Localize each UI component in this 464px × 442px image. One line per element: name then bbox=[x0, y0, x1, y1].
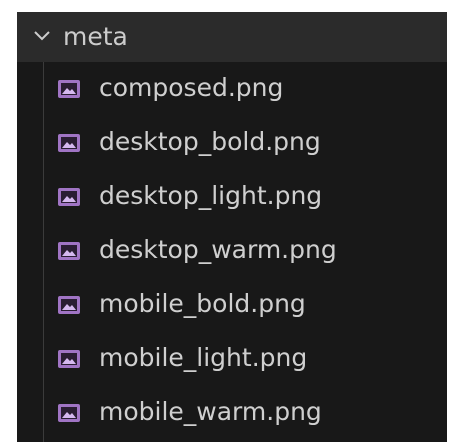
folder-meta[interactable]: meta bbox=[17, 12, 447, 62]
file-item-mobile-warm[interactable]: mobile_warm.png bbox=[17, 386, 447, 440]
image-file-icon bbox=[58, 350, 80, 368]
file-item-mobile-bold[interactable]: mobile_bold.png bbox=[17, 278, 447, 332]
file-item-mobile-light[interactable]: mobile_light.png bbox=[17, 332, 447, 386]
image-file-icon bbox=[58, 296, 80, 314]
file-label: mobile_light.png bbox=[99, 343, 308, 372]
file-label: desktop_warm.png bbox=[99, 235, 337, 264]
image-file-icon bbox=[58, 242, 80, 260]
file-label: desktop_light.png bbox=[99, 181, 323, 210]
file-item-desktop-warm[interactable]: desktop_warm.png bbox=[17, 224, 447, 278]
image-file-icon bbox=[58, 188, 80, 206]
chevron-down-icon[interactable] bbox=[33, 30, 51, 42]
file-label: composed.png bbox=[99, 73, 284, 102]
file-item-desktop-bold[interactable]: desktop_bold.png bbox=[17, 116, 447, 170]
image-file-icon bbox=[58, 134, 80, 152]
file-label: mobile_bold.png bbox=[99, 289, 306, 318]
folder-label: meta bbox=[63, 22, 128, 51]
image-file-icon bbox=[58, 404, 80, 422]
file-item-desktop-light[interactable]: desktop_light.png bbox=[17, 170, 447, 224]
file-list: composed.png desktop_bold.png desktop_li… bbox=[17, 62, 447, 440]
image-file-icon bbox=[58, 80, 80, 98]
file-item-composed[interactable]: composed.png bbox=[17, 62, 447, 116]
file-label: desktop_bold.png bbox=[99, 127, 321, 156]
file-explorer: meta composed.png desktop_bold.png deskt… bbox=[17, 12, 447, 442]
file-label: mobile_warm.png bbox=[99, 397, 322, 426]
